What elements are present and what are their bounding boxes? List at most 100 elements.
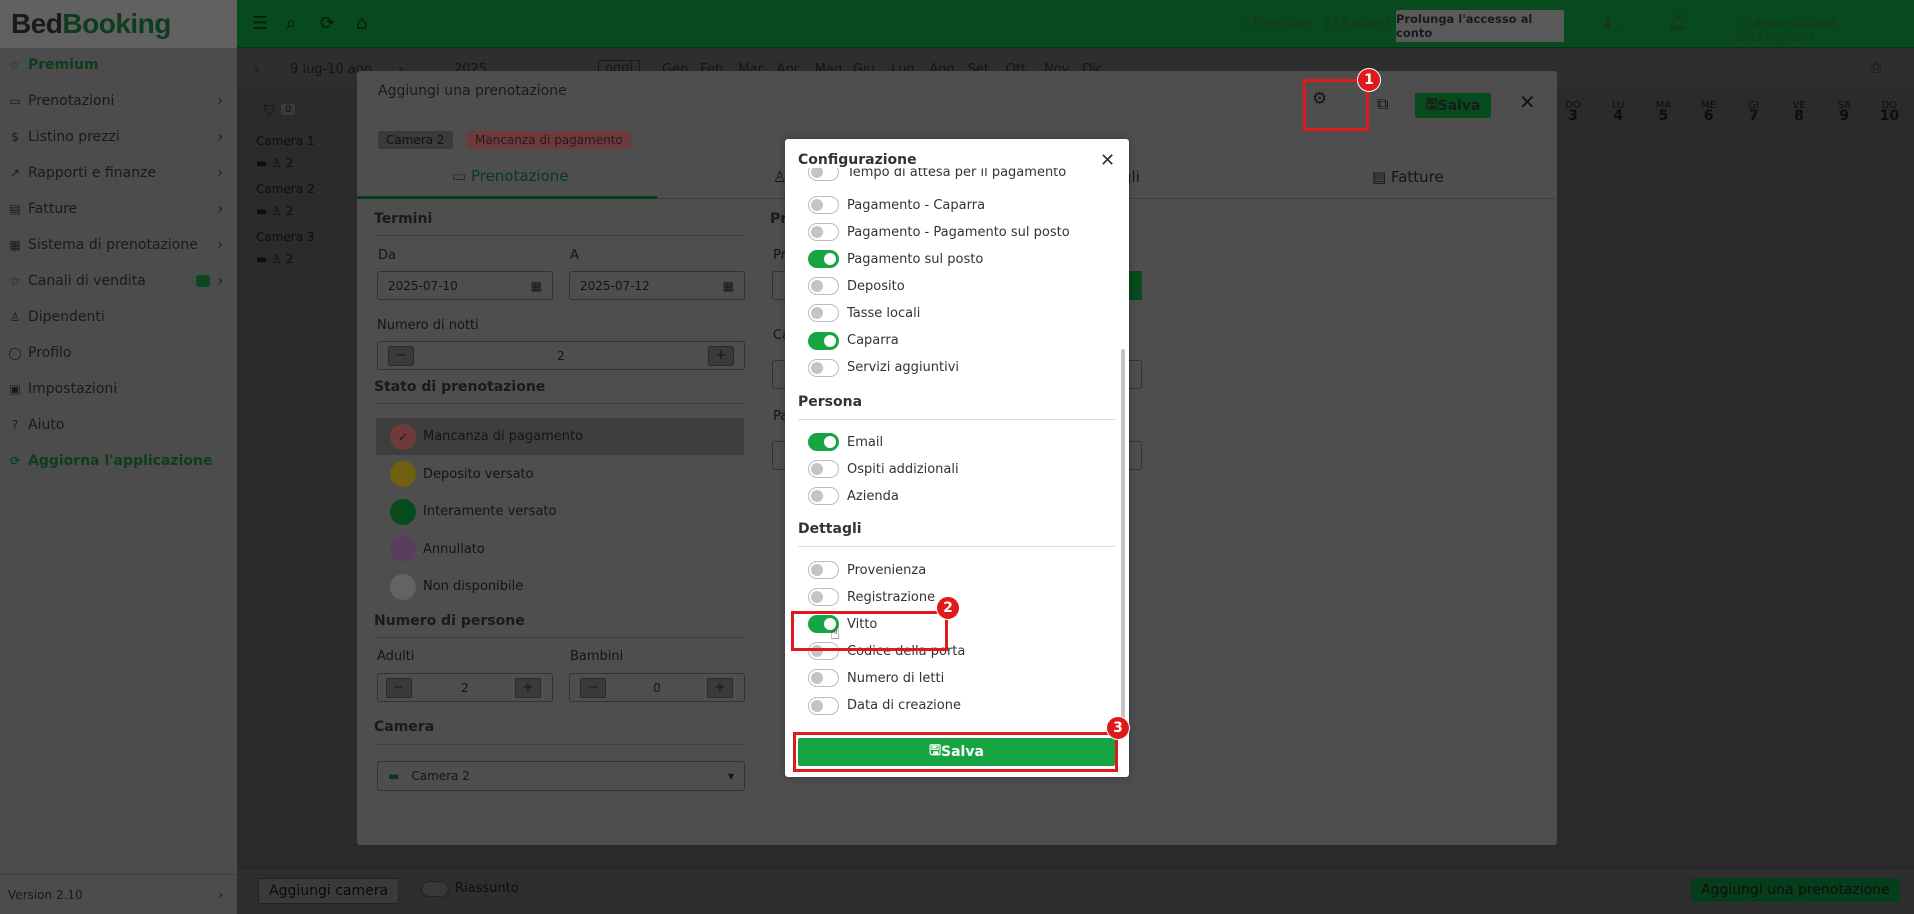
status-option[interactable]: Deposito versato [376,456,744,493]
toggle-switch[interactable] [808,331,839,350]
sidebar-item-7[interactable]: ♙ Dipendenti [0,299,237,335]
filter-icon[interactable]: ⛉ [264,103,275,119]
home-icon[interactable]: ⌂ [356,13,367,34]
adults-label: Adulti [377,649,415,664]
config-row: Email [808,431,883,453]
camera-title: Camera [374,719,435,735]
toggle-switch[interactable] [808,588,839,607]
language-flag-icon[interactable]: ▮ ⌄ [1604,15,1626,30]
nights-decrement-button[interactable]: − [388,346,414,366]
sidebar-item-1[interactable]: ▭ Prenotazioni › [0,83,237,119]
nights-stepper[interactable]: 2 [377,341,745,370]
toggle-switch[interactable] [808,561,839,579]
sidebar-item-label: Premium [28,57,99,73]
copy-icon[interactable]: ⧉ [1377,94,1388,114]
toggle-label: Ospiti addizionali [847,461,959,477]
callout-3: 3 [1106,716,1130,740]
premium-status[interactable]: ☆ Premium : 215 giorni [1237,16,1389,31]
sidebar-item-label: Sistema di prenotazione [28,237,198,253]
adults-increment-button[interactable]: + [515,678,541,698]
config-row: Tasse locali [808,302,920,324]
status-option[interactable]: Interamente versato [376,493,744,530]
booking-system-icon: ▦ [9,238,21,252]
summary-toggle[interactable] [421,881,449,897]
cursor-hand-icon: ☝ [830,624,841,644]
kids-decrement-button[interactable]: − [580,678,606,698]
status-dot [390,536,416,563]
scrollbar[interactable] [1121,349,1125,731]
toggle-switch[interactable] [808,487,839,506]
day-number: 4 [1613,108,1624,124]
profile-icon: ◯ [8,346,22,360]
to-date-input[interactable]: 2025-07-12 ▦ [569,271,745,300]
nights-increment-button[interactable]: + [708,346,734,366]
toggle-label: Data di creazione [847,698,961,713]
add-room-button[interactable]: Aggiungi camera [258,878,400,904]
toggle-switch[interactable] [808,358,839,377]
check-icon: ✓ [390,423,416,450]
toggle-switch[interactable] [808,460,839,479]
toggle-switch[interactable] [808,696,839,715]
toggle-label: Azienda [847,488,899,504]
version-label[interactable]: Version 2.10 › [0,874,237,914]
save-button[interactable]: 🖫︎ Salva [1415,93,1491,118]
payment-status-tag: Mancanza di pagamento [467,131,631,149]
menu-icon[interactable]: ☰ [252,13,268,34]
add-booking-button[interactable]: Aggiungi una prenotazione [1691,878,1900,902]
config-row: Numero di letti [808,667,944,689]
close-icon[interactable]: ✕ [1519,90,1536,114]
sidebar-item-2[interactable]: $ Listino prezzi › [0,119,237,155]
app-logo[interactable]: BedBooking [0,0,237,48]
sidebar-item-9[interactable]: ▣ Impostazioni [0,371,237,407]
invoice-icon: ▤ [9,202,21,216]
search-icon[interactable]: ⌕ [286,13,296,34]
config-row: Pagamento sul posto [808,248,983,270]
day-header: DO 3 [1551,100,1595,123]
from-date-input[interactable]: 2025-07-10 ▦ [377,271,553,300]
sidebar-item-10[interactable]: ? Aiuto [0,407,237,443]
config-row: Data di creazione [808,695,961,717]
toggle-switch[interactable] [808,196,839,214]
toggle-switch[interactable] [808,223,839,242]
adults-decrement-button[interactable]: − [386,678,412,698]
sidebar-item-3[interactable]: ↗ Rapporti e finanze › [0,155,237,191]
room-select[interactable]: ▬ Camera 2 ▾ [377,761,745,791]
details-title: Dettagli [798,521,862,537]
sidebar-item-4[interactable]: ▤ Fatture › [0,191,237,227]
toggle-switch[interactable] [808,250,839,269]
kids-increment-button[interactable]: + [707,678,733,698]
right-field-1-button[interactable] [1128,271,1142,300]
section-divider [374,744,746,745]
status-option[interactable]: Annullato [376,531,744,568]
config-row: Servizi aggiuntivi [808,357,959,379]
print-icon[interactable]: ⎙ [1870,60,1881,76]
refresh-icon[interactable]: ⟳ [320,13,335,34]
config-row: Provenienza [808,559,926,581]
room-name: Camera 2 [256,182,315,196]
prev-icon[interactable]: ‹ [254,62,259,77]
user-account[interactable]: ◯ demo-it@bed-booking.com [1736,16,1914,44]
toggle-switch[interactable] [808,433,839,451]
toggle-switch[interactable] [808,304,839,323]
tab-booking[interactable]: ▭ Prenotazione [452,167,569,185]
sidebar-item-8[interactable]: ◯ Profilo [0,335,237,371]
sidebar-item-label: Rapporti e finanze [28,165,157,181]
sidebar-item-label: Impostazioni [28,381,118,397]
room-name: Camera 3 [256,230,315,244]
toggle-switch[interactable] [808,669,839,688]
user-icon: ◯ [1736,16,1754,30]
sidebar-item-11[interactable]: ⟳ Aggiorna l'applicazione [0,443,237,479]
sidebar-item-6[interactable]: ☆ Canali di vendita 8 › [0,263,237,299]
chart-icon: ↗ [9,166,21,180]
chevron-right-icon: › [217,165,223,181]
toggle-label: Pagamento sul posto [847,251,984,267]
toggle[interactable] [808,168,839,181]
sidebar-item-5[interactable]: ▦ Sistema di prenotazione › [0,227,237,263]
sidebar-item-0[interactable]: ☆ Premium [0,47,237,83]
extend-access-button[interactable]: Prolunga l'accesso al conto [1396,10,1564,42]
status-option[interactable]: Non disponibile [376,568,744,605]
tab-invoices[interactable]: ▤ Fatture [1372,168,1444,186]
status-option[interactable]: ✓ Mancanza di pagamento [376,418,744,455]
toggle-switch[interactable] [808,277,839,296]
star-icon: ☆ [1237,16,1253,31]
